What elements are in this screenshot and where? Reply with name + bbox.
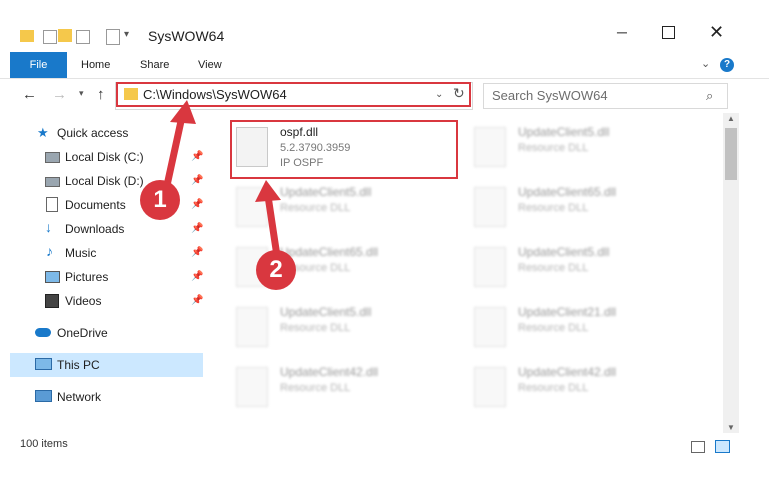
- scrollbar-thumb[interactable]: [725, 128, 737, 180]
- step-2-badge: 2: [256, 250, 296, 290]
- scroll-down-icon[interactable]: ▼: [727, 423, 735, 432]
- scroll-up-icon[interactable]: ▲: [727, 114, 735, 123]
- step-1-badge: 1: [140, 180, 180, 220]
- arrow-2-shaft: [264, 192, 281, 260]
- item-count: 100 items: [20, 438, 68, 450]
- arrow-1-head: [170, 100, 196, 124]
- arrow-1-shaft: [162, 108, 187, 194]
- annotation-arrows: [162, 100, 281, 260]
- tiles-view-icon[interactable]: [715, 440, 730, 453]
- arrow-2-head: [255, 180, 281, 202]
- details-view-icon[interactable]: [691, 441, 705, 453]
